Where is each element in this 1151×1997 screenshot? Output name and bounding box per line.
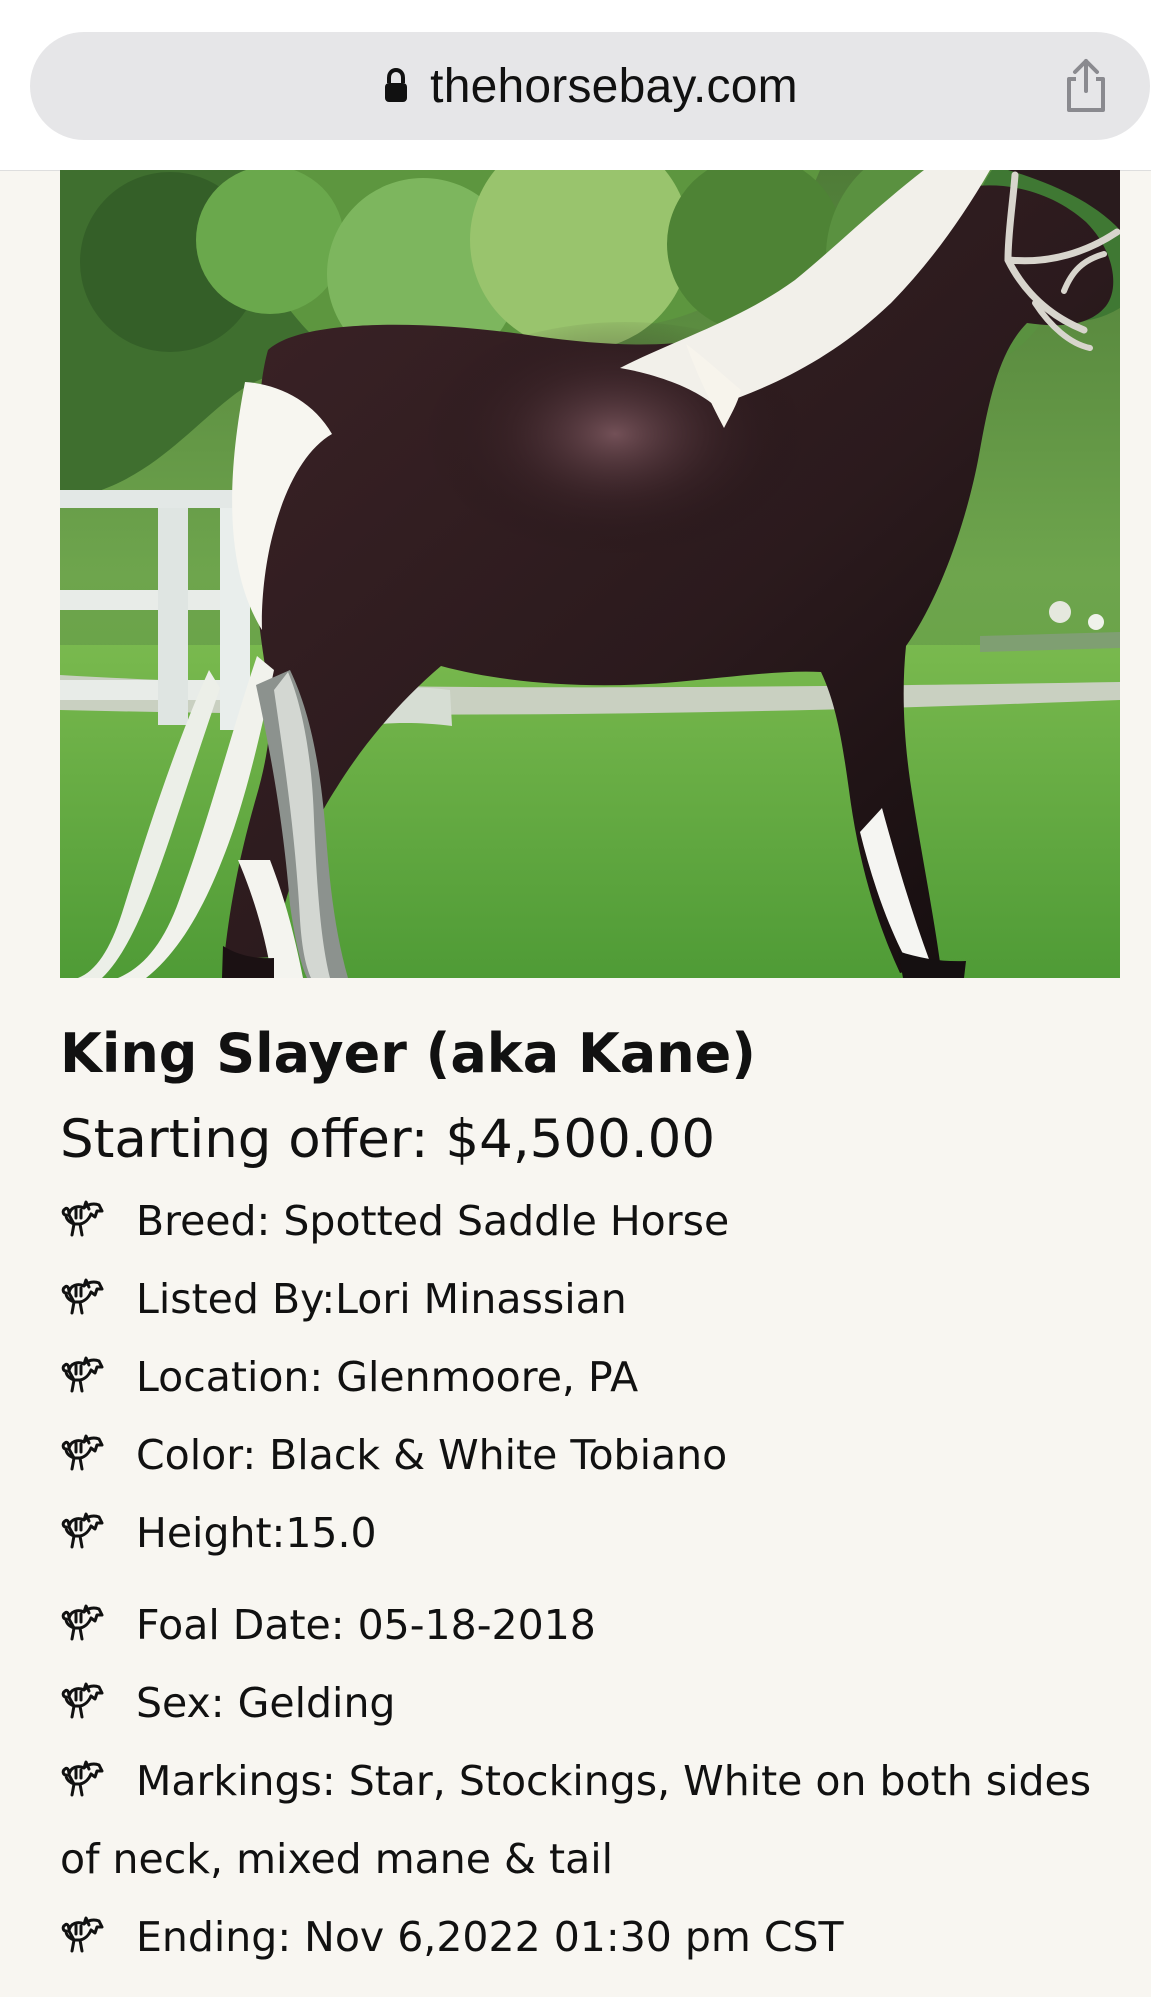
detail-text: Breed: Spotted Saddle Horse — [136, 1197, 730, 1245]
detail-text: Color: Black & White Tobiano — [136, 1431, 728, 1479]
detail-breed: Breed: Spotted Saddle Horse — [60, 1182, 1110, 1260]
horse-icon — [60, 1679, 106, 1723]
url-text[interactable]: thehorsebay.com — [430, 59, 798, 114]
listing-title: King Slayer (aka Kane) — [60, 1022, 756, 1085]
detail-text: Markings: Star, Stockings, White on both… — [60, 1757, 1092, 1883]
detail-text: Ending: Nov 6,2022 01:30 pm CST — [136, 1913, 844, 1961]
address-bar-content: thehorsebay.com — [382, 59, 798, 114]
details-list: Breed: Spotted Saddle Horse Listed By:Lo… — [60, 1182, 1110, 1976]
horse-icon — [60, 1913, 106, 1957]
starting-offer: Starting offer: $4,500.00 — [60, 1109, 716, 1170]
detail-text: Location: Glenmoore, PA — [136, 1353, 639, 1401]
horse-icon — [60, 1509, 106, 1553]
detail-markings: Markings: Star, Stockings, White on both… — [60, 1742, 1110, 1898]
horse-icon — [60, 1757, 106, 1801]
detail-text: Listed By:Lori Minassian — [136, 1275, 627, 1323]
horse-icon — [60, 1431, 106, 1475]
address-bar[interactable]: thehorsebay.com — [30, 32, 1150, 140]
detail-location: Location: Glenmoore, PA — [60, 1338, 1110, 1416]
horse-icon — [60, 1601, 106, 1645]
detail-color: Color: Black & White Tobiano — [60, 1416, 1110, 1494]
detail-sex: Sex: Gelding — [60, 1664, 1110, 1742]
horse-icon — [60, 1197, 106, 1241]
share-icon[interactable] — [1056, 56, 1116, 116]
horse-photo[interactable] — [60, 170, 1120, 978]
horse-icon — [60, 1275, 106, 1319]
lock-icon — [382, 68, 410, 104]
detail-listed-by: Listed By:Lori Minassian — [60, 1260, 1110, 1338]
detail-text: Sex: Gelding — [136, 1679, 396, 1727]
detail-height: Height:15.0 — [60, 1494, 1110, 1572]
detail-text: Foal Date: 05-18-2018 — [136, 1601, 596, 1649]
detail-text: Height:15.0 — [136, 1509, 377, 1557]
listing-details: King Slayer (aka Kane) Starting offer: $… — [60, 1010, 1110, 1976]
horse-icon — [60, 1353, 106, 1397]
browser-top-bar: thehorsebay.com — [0, 0, 1151, 171]
detail-foal-date: Foal Date: 05-18-2018 — [60, 1586, 1110, 1664]
detail-ending: Ending: Nov 6,2022 01:30 pm CST — [60, 1898, 1110, 1976]
